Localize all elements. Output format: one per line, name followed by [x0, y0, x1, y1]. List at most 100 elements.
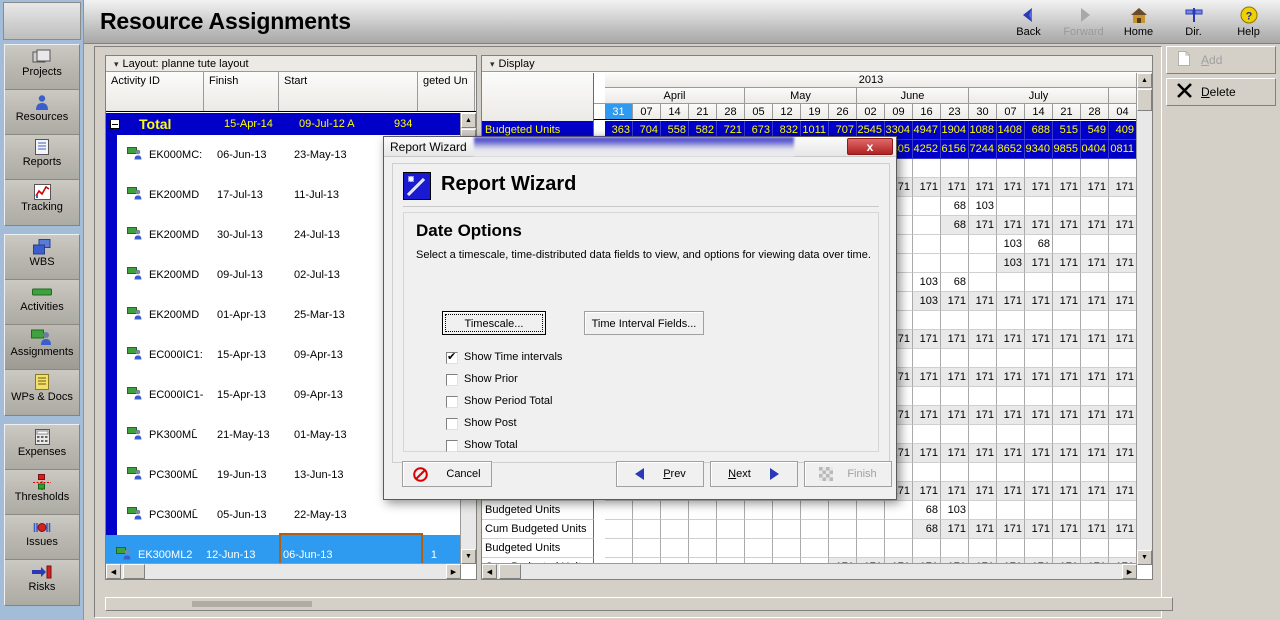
timescale-cell[interactable]	[913, 254, 941, 273]
grid-horizontal-scrollbar[interactable]: ◀ ▶	[106, 563, 461, 579]
timescale-cell[interactable]	[969, 235, 997, 254]
timescale-cell[interactable]: 171	[1109, 292, 1137, 311]
timescale-cell[interactable]: 171	[969, 482, 997, 501]
timescale-cell[interactable]: 171	[997, 330, 1025, 349]
timescale-day[interactable]: 23	[941, 104, 969, 119]
timescale-cell[interactable]	[605, 539, 633, 558]
timescale-cell[interactable]	[941, 235, 969, 254]
timescale-cell[interactable]	[633, 501, 661, 520]
timescale-cell[interactable]: 171	[969, 520, 997, 539]
timescale-cell[interactable]	[1053, 539, 1081, 558]
timescale-horizontal-scrollbar[interactable]: ◀ ▶	[482, 563, 1137, 579]
timescale-cell[interactable]	[1109, 539, 1137, 558]
column-header-start[interactable]: Start	[279, 72, 418, 111]
timescale-cell[interactable]: 7244	[969, 140, 997, 159]
timescale-day[interactable]: 31	[605, 104, 633, 119]
timescale-day[interactable]: 07	[997, 104, 1025, 119]
column-header-finish[interactable]: Finish	[204, 72, 279, 111]
timescale-cell[interactable]: 171	[997, 482, 1025, 501]
timescale-cell[interactable]: 171	[913, 368, 941, 387]
timescale-cell[interactable]	[997, 463, 1025, 482]
timescale-cell[interactable]	[969, 387, 997, 406]
timescale-cell[interactable]: 4252	[913, 140, 941, 159]
checkbox-row-show-total[interactable]: Show Total	[446, 439, 666, 455]
timescale-cell[interactable]: 171	[1081, 520, 1109, 539]
timescale-cell[interactable]	[745, 539, 773, 558]
timescale-cell[interactable]: 171	[969, 216, 997, 235]
timescale-cell[interactable]: 171	[941, 520, 969, 539]
toolbar-forward-button[interactable]: Forward	[1056, 0, 1111, 44]
timescale-cell[interactable]: 171	[913, 406, 941, 425]
toolbar-help-button[interactable]: ? Help	[1221, 0, 1276, 44]
timescale-cell[interactable]	[913, 539, 941, 558]
timescale-cell[interactable]: 171	[969, 368, 997, 387]
timescale-cell[interactable]: 515	[1053, 121, 1081, 140]
checkbox-row-show-period-total[interactable]: Show Period Total	[446, 395, 666, 411]
timescale-cell[interactable]: 171	[1025, 216, 1053, 235]
checkbox-show-total[interactable]	[446, 440, 458, 452]
timescale-cell[interactable]	[913, 197, 941, 216]
timescale-cell[interactable]	[857, 539, 885, 558]
timescale-cell[interactable]: 171	[1109, 178, 1137, 197]
timescale-cell[interactable]: 171	[1109, 368, 1137, 387]
timescale-cell[interactable]: 9340	[1025, 140, 1053, 159]
timescale-cell[interactable]: 171	[1081, 178, 1109, 197]
timescale-cell[interactable]	[829, 539, 857, 558]
timescale-cell[interactable]	[1025, 311, 1053, 330]
timescale-cell[interactable]	[661, 501, 689, 520]
timescale-cell[interactable]: 171	[1109, 520, 1137, 539]
timescale-vscroll-thumb[interactable]	[1137, 89, 1152, 111]
timescale-day[interactable]: 26	[829, 104, 857, 119]
timescale-cell[interactable]: 171	[1025, 330, 1053, 349]
timescale-cell[interactable]: 171	[997, 520, 1025, 539]
timescale-cell[interactable]	[997, 197, 1025, 216]
timescale-cell[interactable]	[969, 501, 997, 520]
timescale-cell[interactable]: 68	[913, 501, 941, 520]
timescale-day[interactable]: 14	[1025, 104, 1053, 119]
timescale-cell[interactable]: 171	[969, 292, 997, 311]
timescale-cell[interactable]: 171	[1053, 216, 1081, 235]
timescale-cell[interactable]	[997, 387, 1025, 406]
checkbox-row-show-prior[interactable]: Show Prior	[446, 373, 666, 389]
timescale-cell[interactable]	[941, 539, 969, 558]
scroll-up-arrow-icon[interactable]: ▲	[1137, 73, 1152, 88]
timescale-cell[interactable]	[633, 520, 661, 539]
timescale-cell[interactable]	[969, 463, 997, 482]
close-icon[interactable]: x	[847, 138, 893, 155]
timescale-cell[interactable]: 171	[913, 444, 941, 463]
timescale-cell[interactable]: 171	[1053, 368, 1081, 387]
sidebar-item-thresholds[interactable]: Thresholds	[5, 470, 79, 515]
timescale-cell[interactable]: 171	[1109, 216, 1137, 235]
timescale-cell[interactable]	[1025, 539, 1053, 558]
timescale-cell[interactable]	[1025, 387, 1053, 406]
timescale-cell[interactable]: 171	[997, 292, 1025, 311]
timescale-cell[interactable]	[885, 520, 913, 539]
timescale-cell[interactable]	[941, 425, 969, 444]
timescale-day[interactable]: 28	[717, 104, 745, 119]
timescale-cell[interactable]	[689, 539, 717, 558]
timescale-cell[interactable]: 171	[1081, 216, 1109, 235]
timescale-cell[interactable]: 171	[941, 444, 969, 463]
timescale-cell[interactable]: 68	[941, 197, 969, 216]
timescale-cell[interactable]	[661, 520, 689, 539]
dialog-titlebar[interactable]: Report Wizard x	[384, 137, 896, 157]
scroll-down-arrow-icon[interactable]: ▼	[461, 549, 476, 564]
timescale-cell[interactable]	[1053, 501, 1081, 520]
timescale-cell[interactable]	[773, 539, 801, 558]
timescale-cell[interactable]	[801, 501, 829, 520]
timescale-cell[interactable]	[1109, 197, 1137, 216]
timescale-cell[interactable]: 9855	[1053, 140, 1081, 159]
timescale-cell[interactable]	[829, 501, 857, 520]
timescale-cell[interactable]: 68	[913, 520, 941, 539]
timescale-cell[interactable]	[941, 159, 969, 178]
timescale-cell[interactable]	[1081, 463, 1109, 482]
timescale-day[interactable]: 30	[969, 104, 997, 119]
timescale-cell[interactable]: 171	[997, 406, 1025, 425]
timescale-cell[interactable]	[1109, 349, 1137, 368]
timescale-cell[interactable]: 171	[1109, 444, 1137, 463]
timescale-day[interactable]: 07	[633, 104, 661, 119]
timescale-cell[interactable]	[969, 273, 997, 292]
timescale-cell[interactable]	[913, 159, 941, 178]
timescale-cell[interactable]	[1109, 311, 1137, 330]
grid-hscroll-thumb[interactable]	[123, 564, 145, 579]
